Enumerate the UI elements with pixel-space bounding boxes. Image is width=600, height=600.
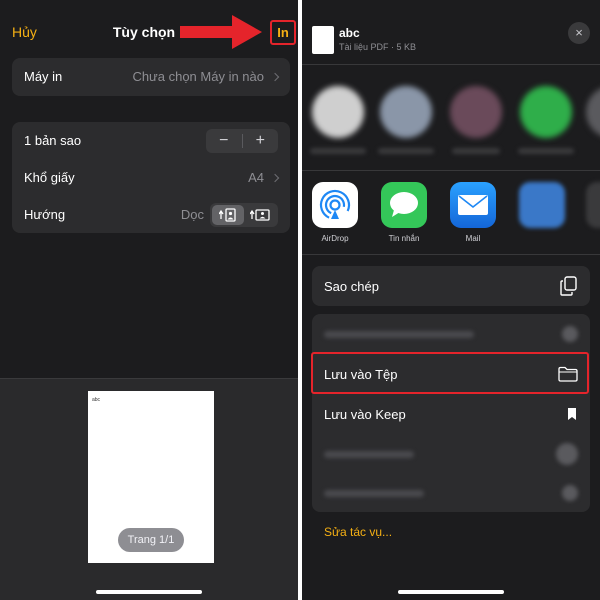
- red-arrow-annotation: [180, 15, 262, 49]
- bookmark-icon: [566, 407, 578, 421]
- app-messages[interactable]: Tin nhắn: [381, 182, 427, 243]
- blurred-label: [324, 330, 474, 338]
- print-options-card: 1 bản sao − + Khổ giấy A4 Hướng Dọc: [12, 122, 290, 233]
- orientation-row: Hướng Dọc: [12, 196, 290, 233]
- portrait-option[interactable]: [212, 204, 244, 225]
- blurred-action[interactable]: [312, 434, 590, 474]
- share-sheet-screen: abc Tài liệu PDF · 5 KB × AirDrop Tin nh…: [302, 0, 600, 600]
- blurred-action[interactable]: [312, 474, 590, 512]
- close-button[interactable]: ×: [568, 22, 590, 44]
- contact-avatar[interactable]: [380, 86, 432, 138]
- header-divider: [302, 64, 600, 65]
- contact-avatar[interactable]: [312, 86, 364, 138]
- messages-icon: [381, 182, 427, 228]
- app-icon-blurred: [519, 182, 565, 228]
- contact-name-placeholder: [310, 148, 366, 154]
- share-apps-row: AirDrop Tin nhắn Mail: [302, 178, 600, 248]
- file-name: abc: [339, 26, 360, 40]
- printer-value: Chưa chọn Máy in nào: [132, 69, 264, 84]
- save-to-keep-label: Lưu vào Keep: [324, 406, 406, 422]
- paper-size-label: Khổ giấy: [24, 170, 75, 185]
- blurred-icon: [562, 326, 578, 342]
- file-meta: Tài liệu PDF · 5 KB: [339, 42, 417, 52]
- copy-action[interactable]: Sao chép: [312, 266, 590, 306]
- app-label: Mail: [465, 234, 481, 243]
- contact-name-placeholder: [518, 148, 574, 154]
- contacts-divider: [302, 170, 600, 171]
- minus-button[interactable]: −: [206, 129, 242, 153]
- app-blurred[interactable]: [586, 182, 600, 228]
- app-blurred[interactable]: [519, 182, 565, 228]
- chevron-right-icon: [270, 173, 280, 182]
- copies-row: 1 bản sao − +: [12, 122, 290, 159]
- contact-name-placeholder: [452, 148, 500, 154]
- printer-card: Máy in Chưa chọn Máy in nào: [12, 58, 290, 96]
- blurred-label: [324, 489, 424, 497]
- blurred-label: [324, 450, 414, 458]
- copies-stepper[interactable]: − +: [206, 128, 279, 153]
- portrait-icon: [219, 207, 236, 222]
- blurred-action[interactable]: [312, 314, 590, 354]
- landscape-option[interactable]: [244, 205, 276, 225]
- print-options-screen: Hủy Tùy chọn In Máy in Chưa chọn Máy in …: [0, 0, 298, 600]
- print-button[interactable]: In: [270, 20, 296, 45]
- contact-avatar[interactable]: [450, 86, 502, 138]
- copy-icon: [560, 276, 578, 296]
- landscape-icon: [250, 208, 270, 221]
- plus-button[interactable]: +: [243, 129, 279, 153]
- app-label: AirDrop: [321, 234, 349, 243]
- page-count-badge: Trang 1/1: [118, 528, 184, 552]
- app-airdrop[interactable]: AirDrop: [312, 182, 358, 243]
- copies-label: 1 bản sao: [24, 133, 82, 148]
- orientation-value: Dọc: [180, 207, 204, 222]
- save-to-files-highlight: [311, 352, 589, 394]
- airdrop-icon: [312, 182, 358, 228]
- orientation-segmented-control[interactable]: [210, 202, 278, 227]
- home-indicator[interactable]: [96, 590, 202, 594]
- orientation-label: Hướng: [24, 207, 66, 222]
- blurred-icon: [562, 485, 578, 501]
- edit-actions-link[interactable]: Sửa tác vụ...: [324, 525, 392, 539]
- contact-name-placeholder: [378, 148, 434, 154]
- printer-label: Máy in: [24, 69, 63, 84]
- chevron-right-icon: [270, 72, 280, 81]
- app-label: Tin nhắn: [388, 234, 420, 243]
- paper-size-value: A4: [248, 170, 264, 185]
- document-icon: [312, 26, 334, 54]
- app-icon-blurred: [586, 182, 600, 228]
- save-to-keep-action[interactable]: Lưu vào Keep: [312, 394, 590, 434]
- paper-size-row[interactable]: Khổ giấy A4: [12, 159, 290, 196]
- mail-icon: [450, 182, 496, 228]
- contact-avatar[interactable]: [520, 86, 572, 138]
- app-mail[interactable]: Mail: [450, 182, 496, 243]
- home-indicator[interactable]: [398, 590, 504, 594]
- contact-suggestions: [302, 78, 600, 168]
- blurred-icon: [556, 443, 578, 465]
- page-preview-text: abc: [92, 397, 101, 403]
- contact-avatar[interactable]: [586, 86, 600, 138]
- apps-divider: [302, 254, 600, 255]
- copy-label: Sao chép: [324, 278, 379, 294]
- printer-row[interactable]: Máy in Chưa chọn Máy in nào: [12, 58, 290, 95]
